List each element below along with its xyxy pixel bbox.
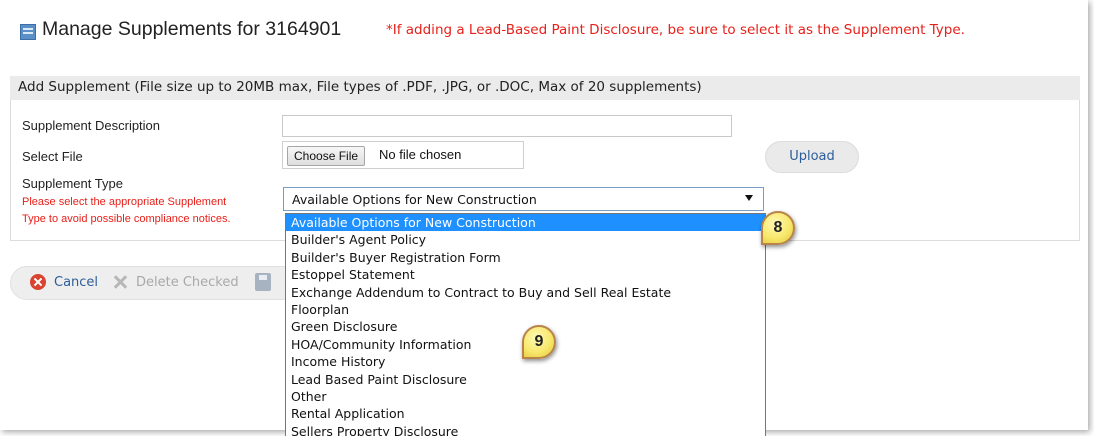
option-lead-based-paint-disclosure[interactable]: Lead Based Paint Disclosure [286,371,765,388]
select-file-label: Select File [22,149,83,164]
type-hint-line1: Please select the appropriate Supplement [22,196,227,208]
manage-supplements-window: Manage Supplements for 3164901 *If addin… [0,0,1088,436]
no-file-text: No file chosen [379,147,462,162]
add-supplement-section-header: Add Supplement (File size up to 20MB max… [10,76,1080,100]
delete-checked-button: Delete Checked [136,275,239,290]
type-hint-line2: Type to avoid possible compliance notice… [22,213,231,225]
option-rental-application[interactable]: Rental Application [286,405,765,422]
file-picker[interactable]: Choose File No file chosen [282,141,524,169]
option-floorplan[interactable]: Floorplan [286,301,765,318]
lead-paint-note: *If adding a Lead-Based Paint Disclosure… [386,22,965,38]
selected-type: Available Options for New Construction [292,192,537,207]
choose-file-button[interactable]: Choose File [287,146,366,166]
description-label: Supplement Description [22,118,161,133]
section-title: Add Supplement (File size up to 20MB max… [18,79,702,95]
supplement-type-options[interactable]: Available Options for New Construction B… [285,213,766,436]
option-builders-agent-policy[interactable]: Builder's Agent Policy [286,231,765,248]
option-builders-buyer-registration-form[interactable]: Builder's Buyer Registration Form [286,249,765,266]
cancel-button[interactable]: Cancel [54,275,98,290]
upload-button[interactable]: Upload [765,141,859,173]
supplement-type-label: Supplement Type [22,176,123,191]
option-available-options-new-construction[interactable]: Available Options for New Construction [286,214,765,232]
option-exchange-addendum[interactable]: Exchange Addendum to Contract to Buy and… [286,284,765,301]
delete-icon [112,274,128,290]
option-estoppel-statement[interactable]: Estoppel Statement [286,266,765,283]
save-icon[interactable] [255,273,271,291]
callout-badge-9: 9 [522,325,556,359]
option-sellers-property-disclosure[interactable]: Sellers Property Disclosure [286,423,765,436]
dropdown-arrow-icon[interactable] [745,195,753,201]
list-icon [20,24,36,40]
cancel-icon[interactable] [30,274,46,290]
option-other[interactable]: Other [286,388,765,405]
callout-badge-8: 8 [761,211,795,245]
supplement-type-select[interactable]: Available Options for New Construction [283,187,764,211]
description-input[interactable] [282,115,732,137]
page-title: Manage Supplements for 3164901 [42,18,342,40]
page-header: Manage Supplements for 3164901 *If addin… [0,0,1088,44]
